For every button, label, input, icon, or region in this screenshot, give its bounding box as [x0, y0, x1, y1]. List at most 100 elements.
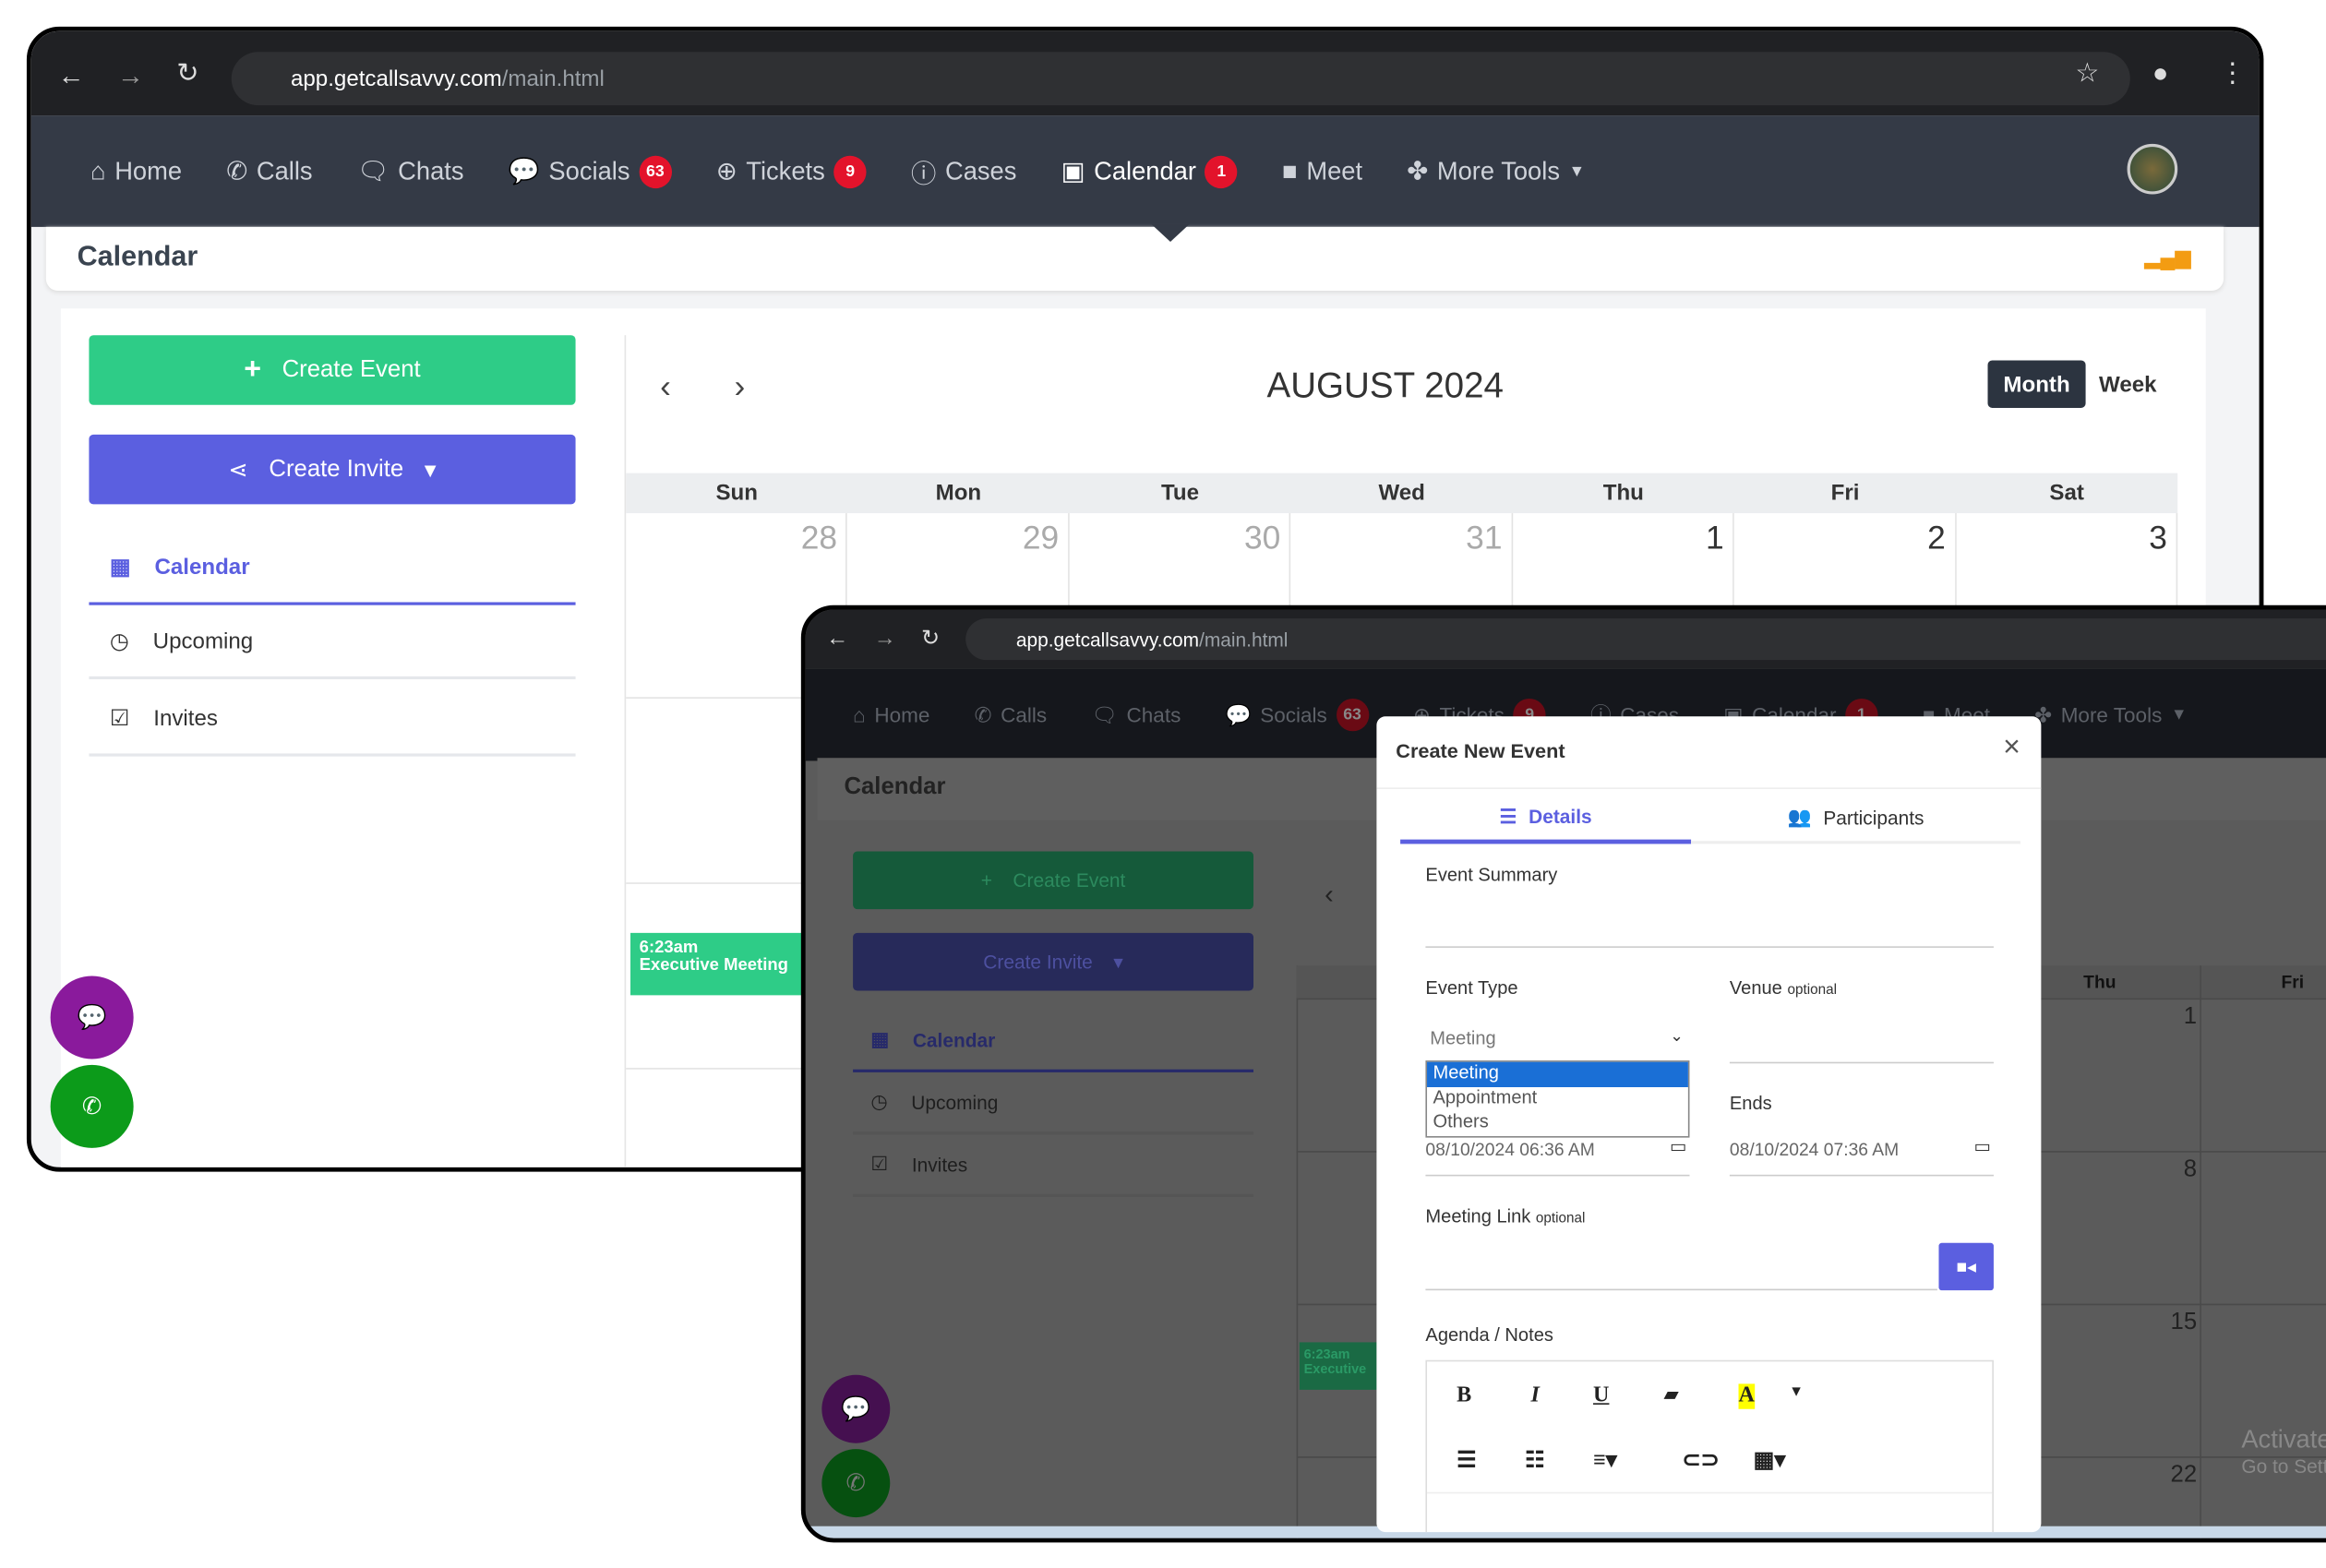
video-icon: ■◂ [1956, 1256, 1976, 1277]
nav-item-socials[interactable]: 💬 Socials 63 [509, 154, 672, 188]
page-title: Calendar [77, 241, 198, 273]
list-icon: ☰ [1499, 804, 1517, 827]
chat-fab[interactable]: 💬 [50, 976, 134, 1059]
chat-fab[interactable]: 💬 [821, 1374, 891, 1443]
create-invite-button[interactable]: ⋖ Create Invite ▾ [89, 434, 576, 505]
highlight-button[interactable]: A [1738, 1383, 1755, 1409]
day-header: Sat [2049, 480, 2084, 507]
avatar[interactable] [2127, 143, 2178, 195]
create-invite-button[interactable]: Create Invite ▾ [853, 932, 1253, 991]
nav-item-socials[interactable]: 💬 Socials 63 [1226, 698, 1369, 732]
back-icon[interactable]: ← [58, 61, 85, 92]
sidebar-item-calendar[interactable]: ▦ Calendar [853, 1010, 1253, 1072]
phone-icon: ✆ [974, 701, 992, 726]
nav-item-more-tools[interactable]: ✤ More Tools ▼ [2034, 702, 2187, 727]
back-icon[interactable]: ← [826, 626, 848, 651]
nav-item-calls[interactable]: ✆ Calls [226, 157, 312, 186]
calendar-check-icon: ☑ [109, 705, 130, 732]
link-icon[interactable]: ⊂⊃ [1682, 1446, 1719, 1475]
generate-meet-link-button[interactable]: ■◂ [1938, 1242, 1994, 1291]
phone-icon: ✆ [226, 156, 248, 186]
forward-icon[interactable]: → [117, 61, 144, 92]
sidebar-item-upcoming[interactable]: ◷ Upcoming [853, 1072, 1253, 1135]
front-browser-window: ← → ↻ app.getcallsavvy.com/main.html ⌂ Ho… [800, 604, 2326, 1543]
nav-item-meet[interactable]: ■ Meet [1282, 157, 1362, 186]
day-header: Fri [1830, 480, 1860, 507]
calendar-event[interactable]: 6:23am Executive [1299, 1342, 1377, 1390]
day-header: Tue [1160, 480, 1200, 507]
day-number: 22 [2170, 1462, 2198, 1488]
forward-icon[interactable]: → [874, 626, 896, 651]
end-datetime-input[interactable]: 08/10/2024 07:36 AM ▭ [1729, 1131, 1994, 1177]
nav-item-calls[interactable]: ✆ Calls [975, 702, 1048, 727]
month-title: AUGUST 2024 [1266, 365, 1505, 407]
month-view-button[interactable]: Month [1987, 360, 2086, 408]
modal-title: Create New Event [1396, 739, 1565, 763]
event-summary-input[interactable] [1425, 904, 1994, 948]
sidebar-item-invites[interactable]: ☑ Invites [89, 682, 576, 757]
nav-item-more-tools[interactable]: ✤ More Tools ▼ [1407, 157, 1585, 186]
numbered-list-icon[interactable]: ☷ [1525, 1446, 1545, 1475]
nav-item-chats[interactable]: 🗨 Chats [1091, 702, 1181, 727]
week-view-button[interactable]: Week [2099, 372, 2157, 397]
venue-input[interactable] [1729, 1019, 1994, 1064]
nav-badge: 63 [639, 154, 672, 188]
chat-icon: 🗨 [1091, 701, 1118, 726]
reload-icon[interactable]: ↻ [921, 625, 940, 651]
start-datetime-input[interactable]: 08/10/2024 06:36 AM ▭ [1425, 1131, 1690, 1177]
phone-fab[interactable]: ✆ [821, 1449, 891, 1518]
browser-toolbar: ← → ↻ app.getcallsavvy.com/main.html [805, 609, 2326, 669]
tab-participants[interactable]: 👥 Participants [1691, 794, 2020, 844]
bullet-list-icon[interactable]: ☰ [1457, 1446, 1477, 1475]
close-icon[interactable]: × [2003, 731, 2020, 765]
main-nav: ⌂ Home ✆ Calls 🗨 Chats 💬 Socials 63 ⊕ Tickets 9 ⓘ Cas… [30, 115, 2260, 227]
eraser-icon[interactable]: ▰ [1664, 1383, 1678, 1406]
nav-item-chats[interactable]: 🗨 Chats [357, 157, 464, 186]
nav-badge: 1 [1205, 154, 1238, 188]
address-bar[interactable]: app.getcallsavvy.com/main.html [965, 618, 2326, 661]
clock-icon: ◷ [109, 628, 129, 654]
sidebar-item-invites[interactable]: ☑ Invites [853, 1134, 1253, 1197]
italic-button[interactable]: I [1531, 1383, 1540, 1408]
prev-month-button[interactable]: ‹ [1325, 880, 1334, 911]
agenda-editor[interactable]: B I U ▰ A ▼ ☰ ☷ ≡▾ ⊂⊃ ▦▾ [1425, 1359, 1994, 1533]
table-icon[interactable]: ▦▾ [1754, 1446, 1786, 1475]
menu-icon[interactable]: ⋮ [2219, 58, 2246, 90]
align-icon[interactable]: ≡▾ [1593, 1446, 1617, 1475]
profile-icon[interactable]: ● [2152, 58, 2168, 90]
tab-details[interactable]: ☰ Details [1400, 794, 1692, 844]
nav-item-home[interactable]: ⌂ Home [853, 703, 929, 727]
sidebar-item-upcoming[interactable]: ◷ Upcoming [89, 605, 576, 680]
sidebar-item-calendar[interactable]: ▦ Calendar [89, 531, 576, 605]
calendar-event[interactable]: 6:23am Executive Meeting [630, 932, 823, 996]
calendar-icon[interactable]: ▭ [1670, 1136, 1686, 1156]
home-icon: ⌂ [90, 156, 106, 186]
bold-button[interactable]: B [1457, 1383, 1471, 1408]
address-bar[interactable]: app.getcallsavvy.com/main.html [231, 52, 2130, 106]
event-type-dropdown: Meeting Appointment Others [1425, 1060, 1690, 1138]
nav-item-home[interactable]: ⌂ Home [90, 157, 182, 186]
nav-item-tickets[interactable]: ⊕ Tickets 9 [715, 154, 867, 188]
bookmark-star-icon[interactable]: ☆ [2075, 58, 2099, 90]
calendar-icon[interactable]: ▭ [1973, 1136, 1990, 1156]
option-appointment[interactable]: Appointment [1427, 1087, 1688, 1111]
underline-button[interactable]: U [1593, 1383, 1609, 1408]
chevron-down-icon[interactable]: ▼ [1789, 1383, 1804, 1400]
nav-item-cases[interactable]: ⓘ Cases [911, 153, 1016, 190]
phone-fab[interactable]: ✆ [50, 1064, 134, 1148]
option-meeting[interactable]: Meeting [1427, 1061, 1688, 1088]
day-header: Mon [935, 480, 982, 507]
meeting-link-input[interactable] [1425, 1244, 1937, 1291]
option-others[interactable]: Others [1427, 1111, 1688, 1135]
lifebuoy-icon: ⊕ [715, 156, 737, 186]
nav-badge: 9 [833, 154, 867, 188]
prev-month-button[interactable]: ‹ [660, 368, 671, 407]
create-event-button[interactable]: + Create Event [853, 851, 1253, 910]
page-title: Calendar [844, 773, 946, 800]
reload-icon[interactable]: ↻ [176, 58, 198, 90]
nav-item-calendar[interactable]: ▣ Calendar 1 [1061, 154, 1238, 188]
event-type-select[interactable]: Meeting ⌄ [1425, 1019, 1689, 1058]
create-event-button[interactable]: + Create Event [89, 335, 576, 405]
next-month-button[interactable]: › [735, 368, 746, 407]
day-number: 1 [2183, 1004, 2198, 1030]
